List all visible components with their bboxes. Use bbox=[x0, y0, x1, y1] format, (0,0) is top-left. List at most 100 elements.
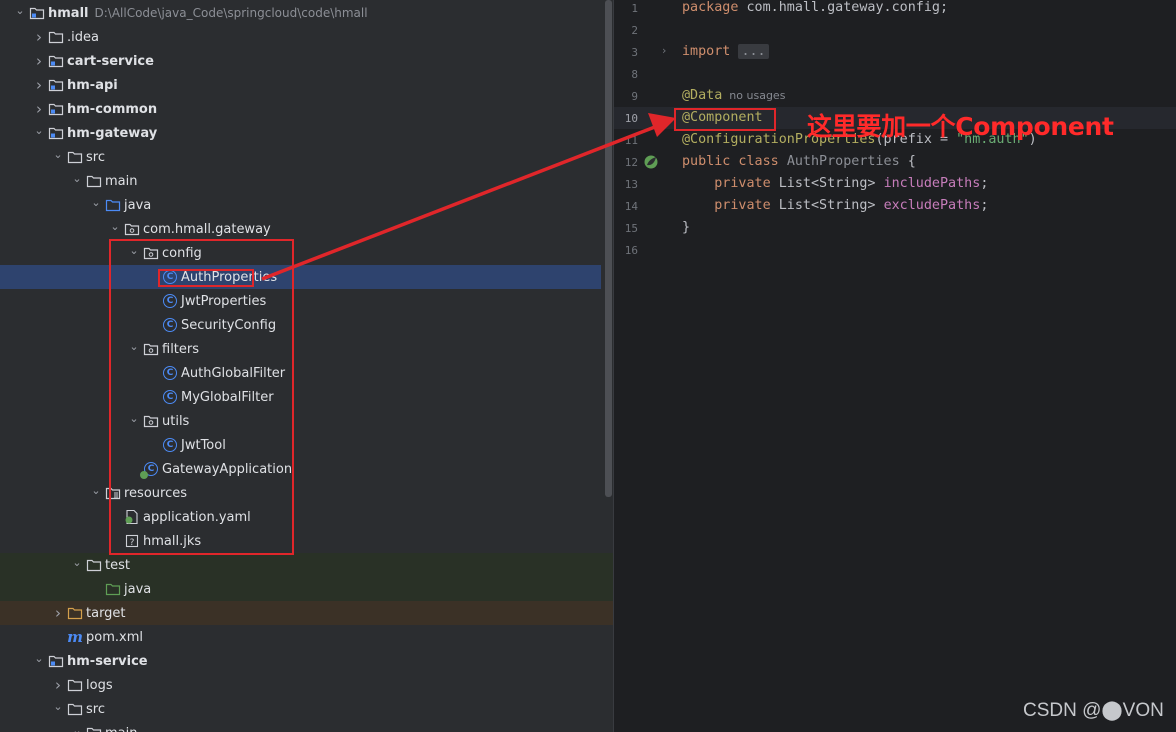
tree-item-authproperties[interactable]: C AuthProperties bbox=[0, 265, 601, 289]
line-number: 11 bbox=[624, 134, 638, 147]
tree-item-myglobalfilter[interactable]: C MyGlobalFilter bbox=[0, 385, 613, 409]
line-number: 13 bbox=[624, 178, 638, 191]
folder-icon bbox=[86, 173, 102, 189]
maven-icon: m bbox=[67, 628, 83, 646]
tree-item-target[interactable]: › target bbox=[0, 601, 613, 625]
tree-item-java[interactable]: java bbox=[0, 577, 613, 601]
tree-item-label: logs bbox=[86, 677, 113, 693]
code-line[interactable]: @Data no usages bbox=[682, 88, 785, 103]
tree-item-pom-xml[interactable]: m pom.xml bbox=[0, 625, 613, 649]
spring-bean-gutter-icon[interactable] bbox=[643, 154, 659, 170]
tree-item-label: target bbox=[86, 605, 126, 621]
chevron-down-icon[interactable]: ⌄ bbox=[50, 146, 66, 162]
tree-item-label: java bbox=[124, 197, 152, 213]
tree-item-cart-service[interactable]: › cart-service bbox=[0, 49, 613, 73]
chevron-right-icon[interactable]: › bbox=[50, 604, 66, 622]
tree-item-utils[interactable]: ⌄ utils bbox=[0, 409, 613, 433]
tree-item-label: hm-api bbox=[67, 77, 118, 93]
tree-item-label: main bbox=[105, 173, 138, 189]
tree-item-src[interactable]: ⌄ src bbox=[0, 697, 613, 721]
code-line[interactable]: } bbox=[682, 220, 690, 235]
chevron-right-icon[interactable]: › bbox=[50, 676, 66, 694]
fold-chevron-icon[interactable]: › bbox=[662, 44, 666, 57]
chevron-down-icon[interactable]: ⌄ bbox=[69, 554, 85, 570]
package-icon bbox=[124, 221, 140, 237]
folder-icon bbox=[86, 557, 102, 573]
code-line[interactable]: import ... bbox=[682, 44, 769, 59]
line-number: 10 bbox=[624, 112, 638, 125]
chevron-right-icon[interactable]: › bbox=[31, 100, 47, 118]
code-line[interactable]: private List<String> includePaths; bbox=[682, 176, 988, 191]
tree-item-hm-api[interactable]: › hm-api bbox=[0, 73, 613, 97]
tree-item-java[interactable]: ⌄ java bbox=[0, 193, 613, 217]
tree-item-hm-gateway[interactable]: ⌄ hm-gateway bbox=[0, 121, 613, 145]
code-token: package bbox=[682, 0, 747, 15]
chevron-right-icon[interactable]: › bbox=[31, 52, 47, 70]
tree-item-com-hmall-gateway[interactable]: ⌄ com.hmall.gateway bbox=[0, 217, 613, 241]
tree-scrollbar[interactable] bbox=[605, 0, 612, 497]
chevron-right-icon[interactable]: › bbox=[31, 28, 47, 46]
code-line[interactable]: package com.hmall.gateway.config; bbox=[682, 0, 948, 15]
folder-icon bbox=[48, 29, 64, 45]
tree-item--idea[interactable]: › .idea bbox=[0, 25, 613, 49]
tree-item-jwtproperties[interactable]: C JwtProperties bbox=[0, 289, 613, 313]
tree-item-label: src bbox=[86, 149, 105, 165]
tree-item-label: main bbox=[105, 726, 137, 732]
tree-item-logs[interactable]: › logs bbox=[0, 673, 613, 697]
tree-item-authglobalfilter[interactable]: C AuthGlobalFilter bbox=[0, 361, 613, 385]
line-number: 16 bbox=[624, 244, 638, 257]
tree-item-src[interactable]: ⌄ src bbox=[0, 145, 613, 169]
tree-item-label: hm-gateway bbox=[67, 125, 158, 141]
tree-item-filters[interactable]: ⌄ filters bbox=[0, 337, 613, 361]
code-token: @Data bbox=[682, 88, 723, 103]
code-token: public class bbox=[682, 154, 787, 169]
folder-icon bbox=[67, 149, 83, 165]
tree-item-test[interactable]: ⌄ test bbox=[0, 553, 613, 577]
code-token: ; bbox=[980, 198, 989, 213]
tree-item-label: hm-common bbox=[67, 101, 158, 117]
tree-item-label: pom.xml bbox=[86, 629, 143, 645]
tree-item-gatewayapplication[interactable]: C GatewayApplication bbox=[0, 457, 613, 481]
chevron-down-icon[interactable]: ⌄ bbox=[107, 218, 123, 234]
tree-item-securityconfig[interactable]: C SecurityConfig bbox=[0, 313, 613, 337]
code-token: List<String> bbox=[778, 198, 884, 213]
module-folder-icon bbox=[48, 53, 64, 69]
tree-item-label: src bbox=[86, 701, 105, 717]
chevron-down-icon[interactable]: ⌄ bbox=[31, 122, 47, 138]
module-folder-icon bbox=[48, 77, 64, 93]
line-number: 12 bbox=[624, 156, 638, 169]
code-token: includePaths bbox=[883, 176, 981, 191]
chevron-down-icon[interactable]: ⌄ bbox=[31, 650, 47, 666]
chevron-right-icon[interactable]: › bbox=[31, 76, 47, 94]
test-folder-icon bbox=[105, 581, 121, 597]
tree-item-hmall[interactable]: ⌄ hmall D:\AllCode\java_Code\springcloud\c… bbox=[0, 1, 613, 25]
code-token: } bbox=[682, 220, 691, 235]
tree-item-config[interactable]: ⌄ config bbox=[0, 241, 613, 265]
tree-item-main[interactable]: ⌄ main bbox=[0, 169, 613, 193]
tree-item-hm-service[interactable]: ⌄ hm-service bbox=[0, 649, 613, 673]
chevron-down-icon[interactable]: ⌄ bbox=[50, 698, 66, 714]
code-line[interactable]: public class AuthProperties { bbox=[682, 154, 916, 169]
code-line[interactable]: private List<String> excludePaths; bbox=[682, 198, 988, 213]
tree-item-hmall-jks[interactable]: ? hmall.jks bbox=[0, 529, 613, 553]
line-number: 8 bbox=[631, 68, 638, 81]
tree-item-jwttool[interactable]: C JwtTool bbox=[0, 433, 613, 457]
tree-item-application-yaml[interactable]: application.yaml bbox=[0, 505, 613, 529]
chevron-down-icon[interactable]: ⌄ bbox=[69, 170, 85, 186]
chevron-down-icon[interactable]: ⌄ bbox=[88, 194, 104, 210]
tree-item-hm-common[interactable]: › hm-common bbox=[0, 97, 613, 121]
tree-item-main[interactable]: ⌄ main bbox=[0, 721, 613, 732]
usage-hint[interactable]: no usages bbox=[722, 89, 785, 102]
chevron-down-icon[interactable]: ⌄ bbox=[88, 482, 104, 498]
annotation-callout-text: 这里要加一个Component bbox=[807, 112, 1114, 141]
line-number: 15 bbox=[624, 222, 638, 235]
module-folder-icon bbox=[29, 5, 45, 21]
chevron-down-icon[interactable]: ⌄ bbox=[12, 2, 28, 18]
code-token: excludePaths bbox=[883, 198, 981, 213]
chevron-down-icon[interactable]: ⌄ bbox=[69, 722, 85, 732]
tree-item-resources[interactable]: ⌄ resources bbox=[0, 481, 613, 505]
folded-imports[interactable]: ... bbox=[738, 44, 769, 59]
folder-icon bbox=[67, 677, 83, 693]
